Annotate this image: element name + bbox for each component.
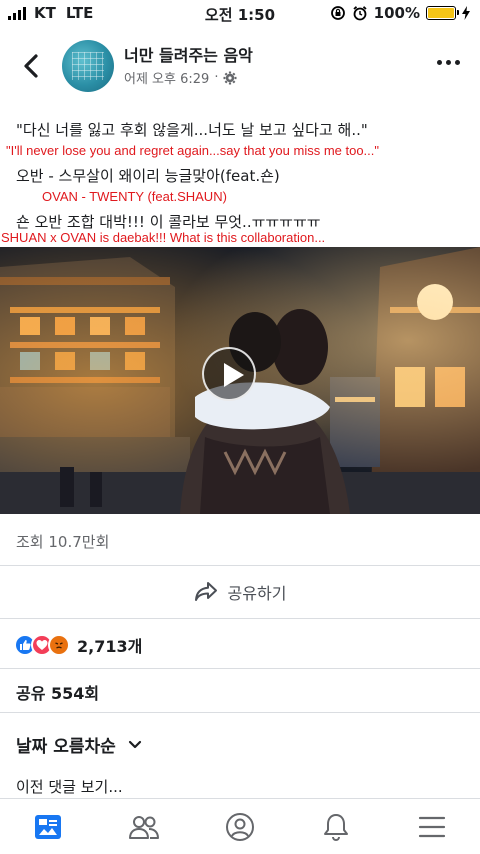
gear-icon <box>223 71 237 84</box>
divider <box>0 668 480 669</box>
profile-icon <box>226 812 254 841</box>
reaction-count: 2,713개 <box>77 637 143 656</box>
post-time: 어제 오후 6:29 <box>124 72 210 87</box>
tab-profile[interactable] <box>216 803 264 851</box>
meta-separator: · <box>214 70 219 85</box>
tab-news-feed[interactable] <box>24 803 72 851</box>
divider <box>0 618 480 619</box>
post-caption: "다신 너를 잃고 후회 않을게...너도 날 보고 싶다고 해.." "I'l… <box>0 114 480 246</box>
caption-line1-en: "I'll never lose you and regret again...… <box>6 143 380 158</box>
reactions-summary[interactable]: 2,713개 <box>14 633 142 657</box>
video-player[interactable] <box>0 247 480 514</box>
more-options-icon[interactable] <box>437 60 460 65</box>
tab-menu[interactable] <box>408 803 456 851</box>
post-meta: 어제 오후 6:29 · <box>124 68 237 87</box>
alarm-icon <box>353 6 367 21</box>
angry-reaction-icon <box>48 634 70 656</box>
page-name[interactable]: 너만 들려주는 음악 <box>124 42 253 66</box>
page-avatar[interactable] <box>62 40 114 92</box>
share-label: 공유하기 <box>227 584 287 603</box>
tab-friends[interactable] <box>120 803 168 851</box>
bell-icon <box>324 813 348 841</box>
back-icon[interactable] <box>18 50 46 82</box>
caption-line2-ko: 오반 - 스무살이 왜이리 능글맞아(feat.숀) <box>16 167 280 185</box>
caption-line3-ko: 숀 오반 조합 대박!!! 이 콜라보 무엇..ㅠㅠㅠㅠㅠ <box>16 213 321 231</box>
view-previous-comments-link[interactable]: 이전 댓글 보기... <box>16 776 123 797</box>
chevron-down-icon <box>128 740 141 748</box>
caption-line2-en: OVAN - TWENTY (feat.SHAUN) <box>42 189 227 204</box>
comment-sort-dropdown[interactable]: 날짜 오름차순 <box>16 732 142 757</box>
news-feed-icon <box>35 814 61 839</box>
status-bar: KT LTE 오전 1:50 100% <box>0 0 480 28</box>
share-count[interactable]: 공유 554회 <box>16 680 99 704</box>
bottom-tab-bar <box>0 798 480 854</box>
charging-icon <box>462 6 470 20</box>
play-icon[interactable] <box>202 347 256 401</box>
caption-line1-ko: "다신 너를 잃고 후회 않을게...너도 날 보고 싶다고 해.." <box>16 121 368 139</box>
battery-icon <box>426 6 459 20</box>
sort-label: 날짜 오름차순 <box>16 737 116 757</box>
caption-line3-en: SHUAN x OVAN is daebak!!! What is this c… <box>1 230 326 245</box>
tab-notifications[interactable] <box>312 803 360 851</box>
status-right: 100% <box>330 4 470 22</box>
view-count: 조회 10.7만회 <box>16 533 110 551</box>
share-button[interactable]: 공유하기 <box>0 566 480 618</box>
friends-icon <box>129 815 159 839</box>
battery-percent: 100% <box>373 4 420 22</box>
menu-icon <box>418 816 446 837</box>
orientation-lock-icon <box>330 6 345 20</box>
post-header: 너만 들려주는 음악 어제 오후 6:29 · <box>0 28 480 108</box>
share-icon <box>194 582 217 601</box>
divider <box>0 712 480 713</box>
